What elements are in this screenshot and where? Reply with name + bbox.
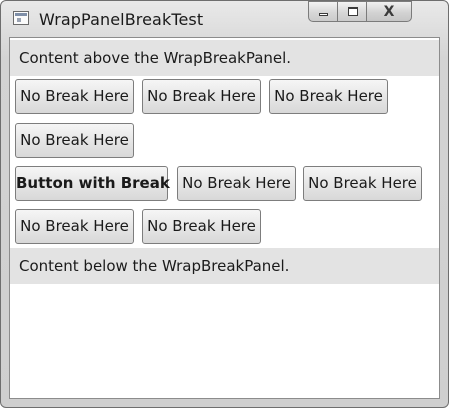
- close-button[interactable]: X: [366, 1, 412, 22]
- app-window: WrapPanelBreakTest X Content above the W…: [0, 0, 449, 408]
- no-break-button-7[interactable]: No Break Here: [15, 209, 134, 244]
- button-with-break[interactable]: Button with Break: [15, 166, 170, 201]
- maximize-button[interactable]: [337, 1, 367, 22]
- no-break-button-8[interactable]: No Break Here: [142, 209, 261, 244]
- window-title: WrapPanelBreakTest: [39, 10, 204, 29]
- no-break-button-4[interactable]: No Break Here: [15, 123, 134, 158]
- window-app-icon[interactable]: [13, 11, 29, 25]
- client-area: Content above the WrapBreakPanel. No Bre…: [9, 37, 440, 399]
- content-above-label: Content above the WrapBreakPanel.: [10, 40, 439, 76]
- no-break-button-6[interactable]: No Break Here: [303, 166, 422, 201]
- title-bar[interactable]: WrapPanelBreakTest X: [1, 1, 448, 37]
- no-break-button-2[interactable]: No Break Here: [142, 79, 261, 114]
- close-icon: X: [383, 4, 395, 20]
- no-break-button-1[interactable]: No Break Here: [15, 79, 134, 114]
- content-below-label: Content below the WrapBreakPanel.: [10, 248, 439, 284]
- no-break-button-3[interactable]: No Break Here: [269, 79, 388, 114]
- minimize-button[interactable]: [308, 1, 338, 22]
- caption-buttons: X: [308, 1, 442, 23]
- maximize-icon: [348, 7, 358, 16]
- no-break-button-5[interactable]: No Break Here: [177, 166, 296, 201]
- minimize-icon: [319, 13, 328, 16]
